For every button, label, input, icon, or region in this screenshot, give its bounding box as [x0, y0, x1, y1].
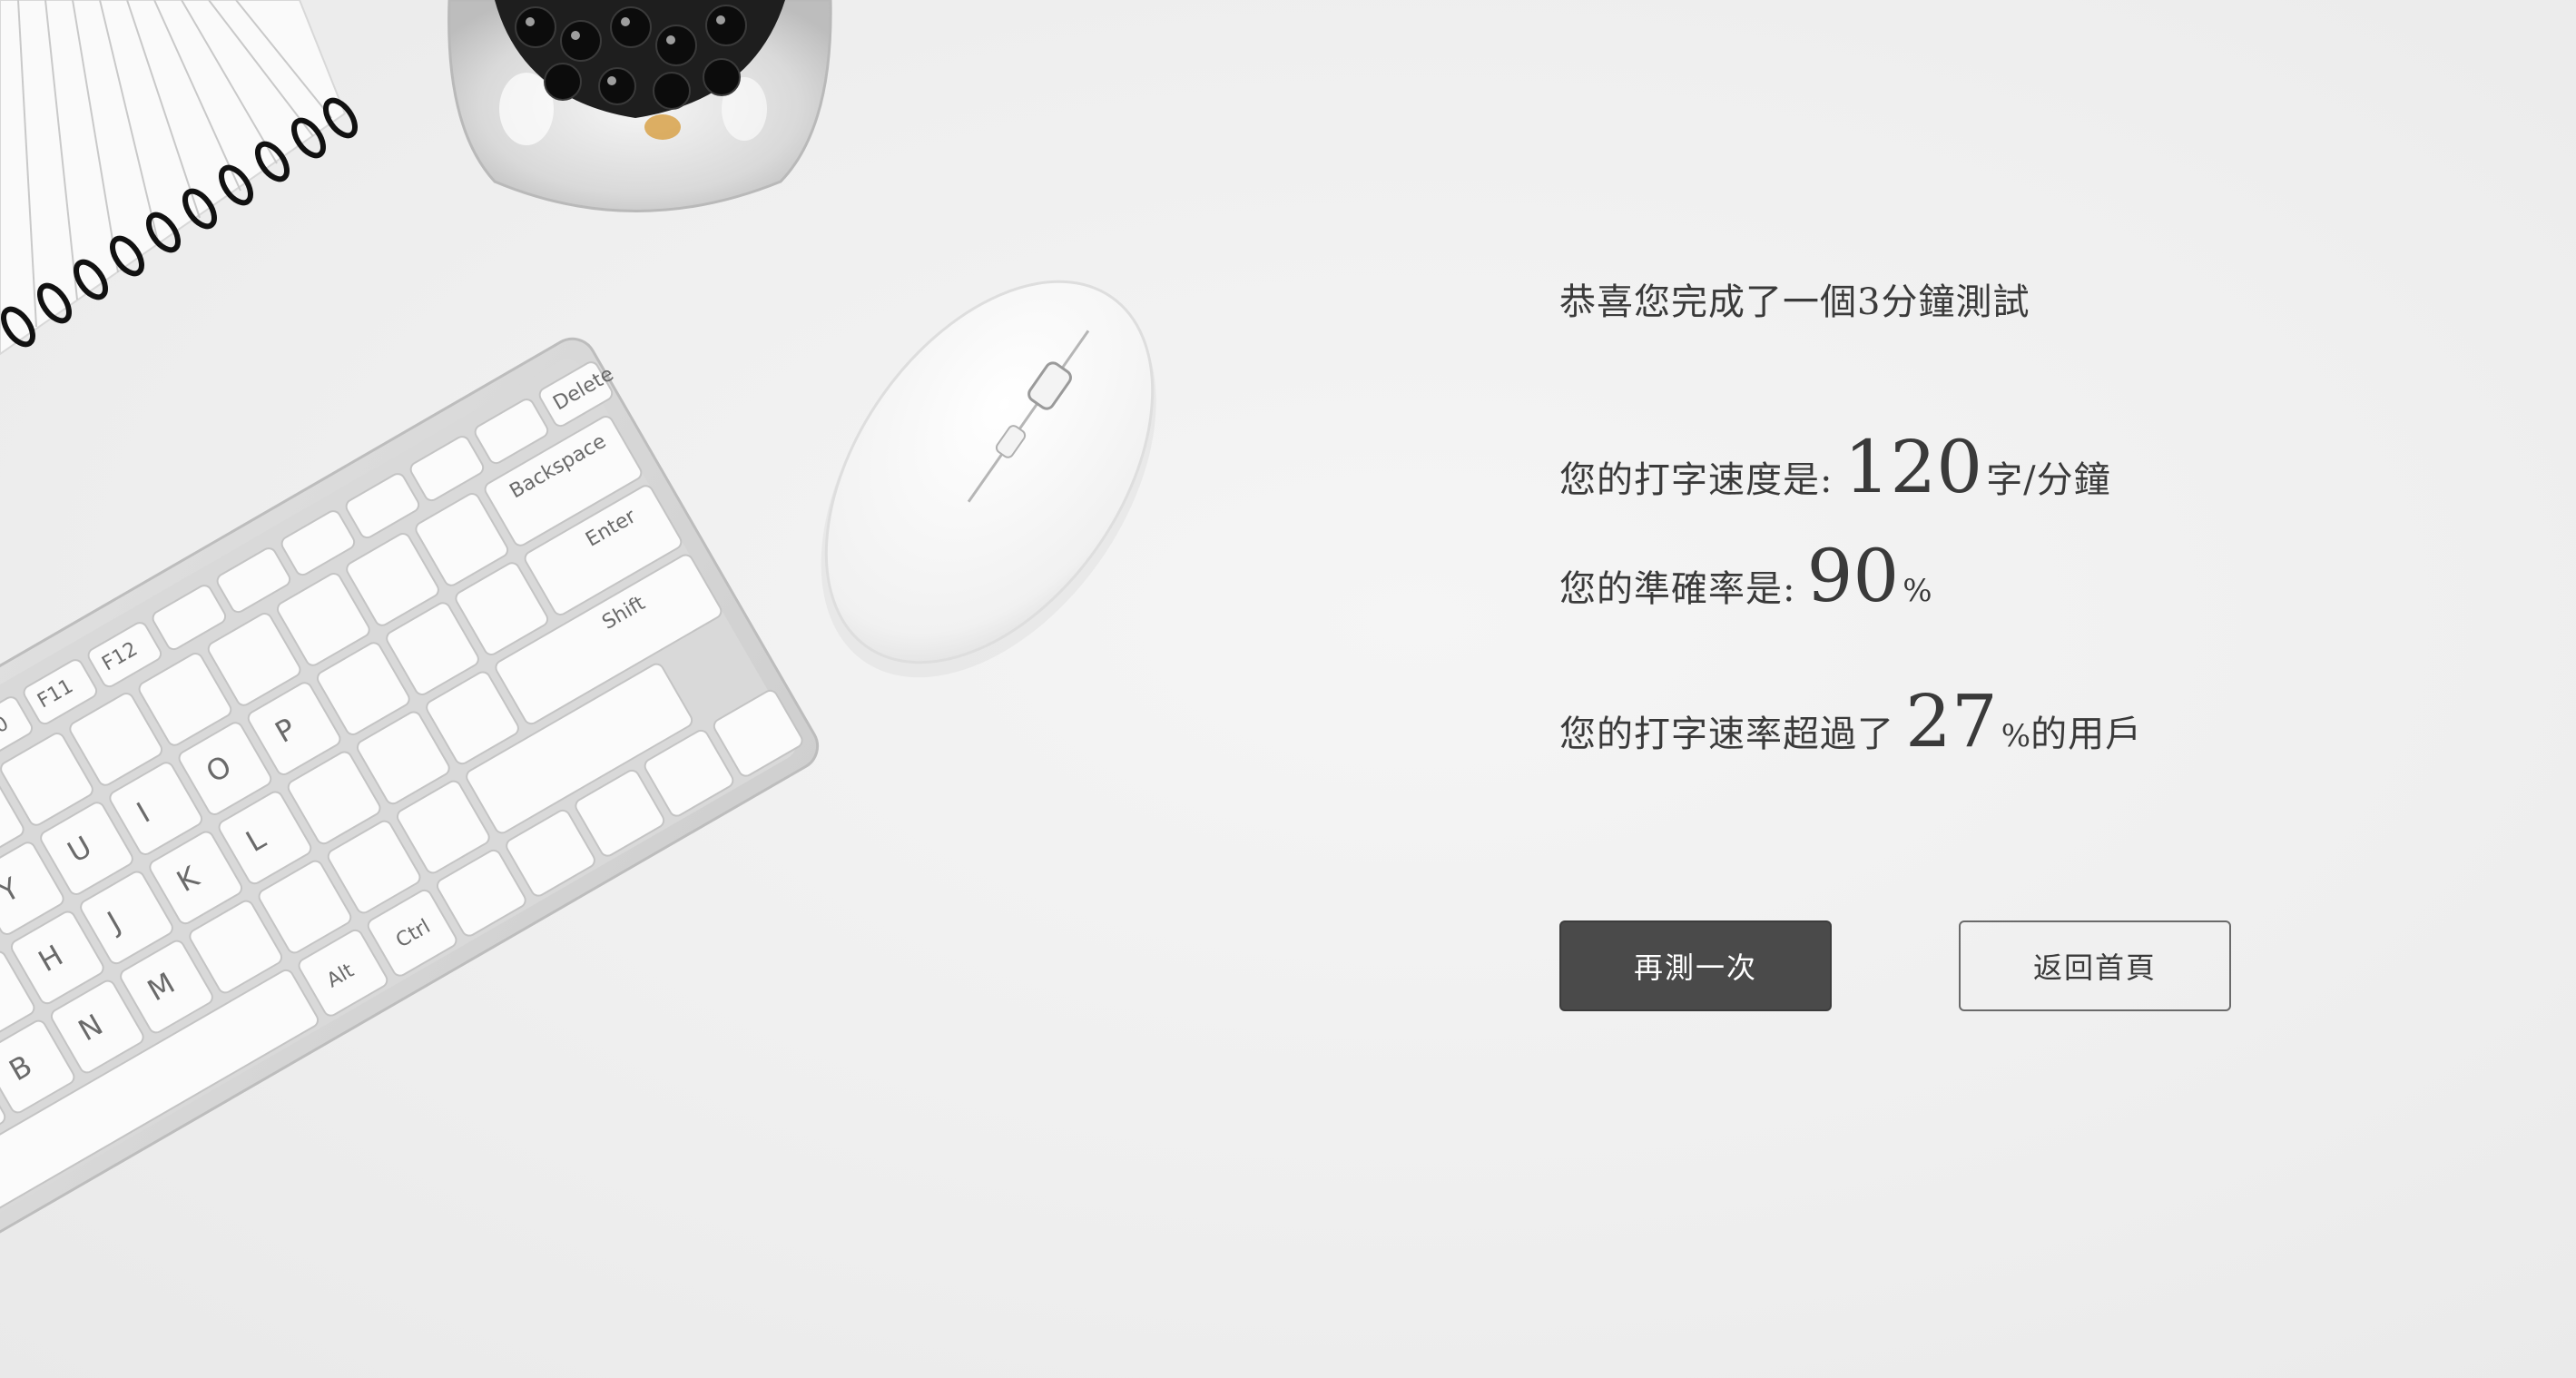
home-button[interactable]: 返回首頁 — [1959, 920, 2231, 1011]
typing-speed-unit: 字/分鐘 — [1986, 459, 2111, 501]
ranking-suffix: 的用戶 — [2030, 714, 2143, 755]
result-panel: 恭喜您完成了一個3分鐘測試 您的打字速度是: 120 字/分鐘 您的準確率是: … — [1559, 254, 2467, 1035]
keyboard: Delete Backspace Enter Shift F7 F8 F9 F1… — [0, 337, 820, 1247]
ranking-label: 您的打字速率超過了 — [1559, 714, 1894, 755]
ranking-percent: % — [2001, 718, 2031, 754]
typing-speed-label: 您的打字速度是: — [1559, 459, 1834, 501]
ranking-stat: 您的打字速率超過了 27 % 的用戶 — [1559, 685, 2142, 758]
retry-button[interactable]: 再測一次 — [1559, 920, 1832, 1011]
typing-speed-stat: 您的打字速度是: 120 字/分鐘 — [1559, 431, 2111, 504]
accuracy-label: 您的準確率是: — [1559, 568, 1796, 610]
accuracy-unit: % — [1903, 573, 1932, 609]
congrats-message: 恭喜您完成了一個3分鐘測試 — [1559, 281, 2030, 323]
notebook — [0, 0, 358, 356]
accuracy-stat: 您的準確率是: 90 % — [1559, 540, 1932, 613]
ranking-value: 27 — [1905, 679, 1998, 763]
pin-cup — [447, 0, 832, 212]
typing-speed-value: 120 — [1844, 425, 1983, 509]
mouse — [821, 280, 1156, 678]
accuracy-value: 90 — [1806, 534, 1900, 618]
